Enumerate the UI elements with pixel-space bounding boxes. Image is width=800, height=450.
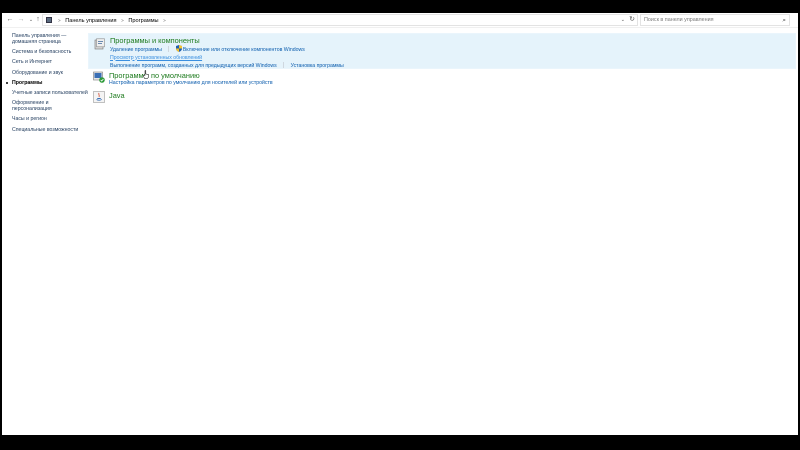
- chevron-down-icon: ⌄: [620, 17, 625, 23]
- sidebar-item-appearance[interactable]: Оформление и персонализация: [12, 100, 88, 112]
- programs-features-icon[interactable]: [94, 38, 106, 50]
- sidebar-item-programs: Программы: [6, 79, 88, 86]
- breadcrumb-separator-icon: >: [58, 18, 61, 23]
- address-dropdown-button[interactable]: ⌄: [621, 16, 625, 25]
- sidebar-item-network[interactable]: Сеть и Интернет: [12, 59, 88, 65]
- link-separator: [283, 62, 285, 68]
- link-separator: [168, 46, 170, 52]
- hand-cursor-icon: [143, 70, 149, 79]
- breadcrumb-item-control-panel[interactable]: Панель управления: [65, 18, 116, 24]
- control-panel-window: ← → ⌄ ↑ > Панель управления > Программы …: [2, 13, 798, 435]
- breadcrumb-separator-icon[interactable]: >: [121, 18, 124, 23]
- sidebar-item-user-accounts[interactable]: Учетные записи пользователей: [12, 90, 88, 96]
- view-installed-updates-link[interactable]: Просмотр установленных обновлений: [110, 55, 202, 61]
- refresh-button[interactable]: ↻: [629, 15, 635, 25]
- search-input[interactable]: Поиск в панели управления: [644, 16, 714, 25]
- default-programs-icon[interactable]: [93, 71, 105, 83]
- section-title-java[interactable]: Java: [109, 90, 796, 100]
- sidebar-item-accessibility[interactable]: Специальные возможности: [12, 127, 88, 133]
- search-box[interactable]: Поиск в панели управления ⌕: [640, 14, 790, 26]
- arrow-right-icon: →: [17, 16, 25, 23]
- search-icon: ⌕: [782, 17, 786, 24]
- section-links-row: Удаление программы Включение или отключе…: [110, 45, 795, 55]
- breadcrumb: > Панель управления > Программы >: [55, 16, 169, 26]
- java-icon[interactable]: [93, 91, 105, 103]
- section-title-programs-features[interactable]: Программы и компоненты: [110, 34, 795, 45]
- uac-shield-icon: [175, 45, 182, 52]
- section-links-row: Просмотр установленных обновлений: [110, 55, 795, 63]
- current-page-bullet-icon: [6, 81, 8, 84]
- section-links-row: Настройка параметров по умолчанию для но…: [109, 80, 796, 88]
- section-default-programs: Программы по умолчанию Настройка парамет…: [88, 69, 796, 89]
- back-button[interactable]: ←: [5, 15, 15, 25]
- windows-features-link[interactable]: Включение или отключение компонентов Win…: [183, 47, 305, 53]
- address-box[interactable]: > Панель управления > Программы > ⌄ ↻: [42, 14, 638, 26]
- breadcrumb-item-programs[interactable]: Программы: [128, 18, 158, 24]
- sidebar: Панель управления — домашняя страница Си…: [6, 33, 88, 137]
- sidebar-item-clock-region[interactable]: Часы и регион: [12, 116, 88, 122]
- forward-button[interactable]: →: [16, 15, 26, 25]
- autoplay-defaults-link[interactable]: Настройка параметров по умолчанию для но…: [109, 80, 273, 86]
- uninstall-program-link[interactable]: Удаление программы: [110, 47, 162, 53]
- main-content: Программы и компоненты Удаление программ…: [88, 33, 796, 108]
- breadcrumb-separator-icon[interactable]: >: [163, 18, 166, 23]
- sidebar-item-home[interactable]: Панель управления — домашняя страница: [12, 33, 88, 45]
- control-panel-icon: [46, 17, 52, 23]
- section-programs-features: Программы и компоненты Удаление программ…: [88, 33, 796, 69]
- sidebar-item-hardware-sound[interactable]: Оборудование и звук: [12, 70, 88, 76]
- section-java: Java: [88, 90, 796, 108]
- refresh-icon: ↻: [629, 16, 635, 23]
- sidebar-item-system-security[interactable]: Система и безопасность: [12, 49, 88, 55]
- sidebar-item-programs-label: Программы: [12, 79, 43, 86]
- arrow-up-icon: ↑: [36, 16, 40, 23]
- section-title-default-programs[interactable]: Программы по умолчанию: [109, 69, 796, 80]
- arrow-left-icon: ←: [6, 16, 14, 23]
- address-toolbar: ← → ⌄ ↑ > Панель управления > Программы …: [2, 13, 798, 28]
